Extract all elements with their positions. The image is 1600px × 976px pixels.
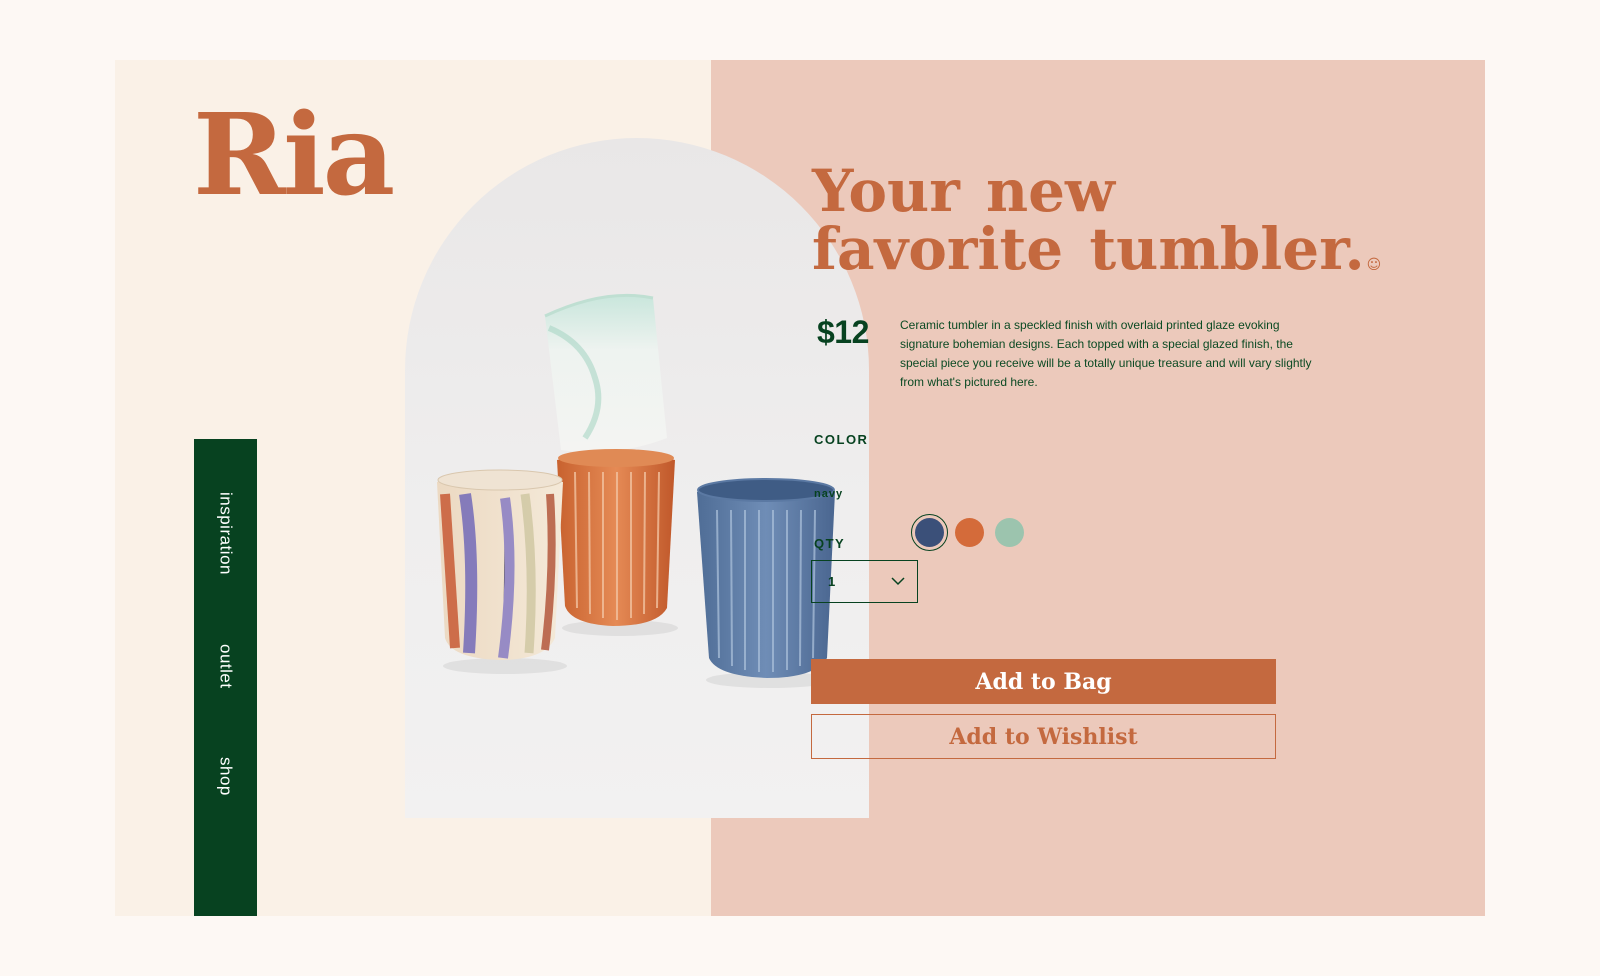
product-price: $12: [817, 314, 869, 350]
product-image: [405, 138, 869, 818]
product-headline: Your new favorite tumbler. ☺: [812, 162, 1381, 294]
add-to-bag-button[interactable]: Add to Bag: [811, 659, 1276, 704]
headline-line-2-text: favorite tumbler: [812, 215, 1345, 283]
quantity-select[interactable]: 1: [811, 560, 918, 603]
headline-line-2: favorite tumbler. ☺: [812, 220, 1381, 294]
color-swatch-navy[interactable]: [911, 514, 948, 551]
product-description: Ceramic tumbler in a speckled finish wit…: [900, 318, 1312, 389]
chevron-down-icon: [891, 573, 905, 591]
tumblers-illustration: [437, 293, 835, 688]
brand-logo[interactable]: Ria: [193, 100, 395, 212]
side-navigation: inspiration outlet shop: [194, 439, 257, 916]
add-to-wishlist-button[interactable]: Add to Wishlist: [811, 714, 1276, 759]
quantity-value: 1: [828, 574, 836, 589]
headline-line-1: Your new: [812, 157, 1115, 225]
selected-color-name: navy: [814, 488, 844, 500]
nav-item-outlet[interactable]: outlet: [194, 631, 257, 701]
headline-period: .: [1344, 215, 1365, 283]
color-swatch-sage[interactable]: [995, 518, 1024, 547]
smile-icon: ☺: [1366, 257, 1382, 273]
qty-label: QTY: [814, 536, 846, 551]
nav-item-shop[interactable]: shop: [194, 747, 257, 805]
nav-item-inspiration[interactable]: inspiration: [194, 479, 257, 587]
color-label: COLOR: [814, 432, 869, 447]
color-swatch-orange[interactable]: [955, 518, 984, 547]
